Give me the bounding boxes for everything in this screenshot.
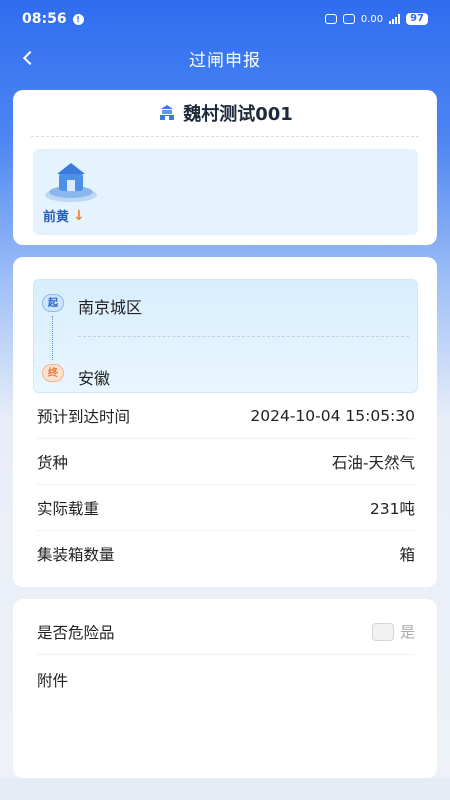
station-name: 魏村测试001: [183, 104, 293, 125]
bottom-strip: [0, 778, 450, 800]
gate-selector[interactable]: 前黄 ↓: [33, 149, 418, 235]
gate-name: 前黄: [43, 210, 70, 225]
detail-row-arrival: 预计到达时间 2024-10-04 15:05:30: [37, 393, 415, 439]
attachment-label: 附件: [37, 672, 69, 690]
detail-value: 箱: [399, 546, 415, 564]
alarm-icon: [324, 14, 337, 24]
attachment-row[interactable]: 附件: [37, 657, 415, 703]
detail-row-cargo: 货种 石油-天然气: [37, 439, 415, 485]
detail-label: 集装箱数量: [37, 546, 115, 564]
route-start: 南京城区: [78, 298, 143, 317]
hazard-option-label: 是: [399, 623, 415, 641]
detail-label: 货种: [37, 453, 69, 472]
page-title: 过闸申报: [189, 50, 261, 71]
detail-value: 2024-10-04 15:05:30: [250, 406, 415, 425]
notification-icon: !: [72, 13, 84, 25]
battery-indicator: 97: [406, 13, 428, 25]
status-bar: 08:56 ! 0.00 97: [0, 0, 450, 38]
nav-bar: 过闸申报: [0, 38, 450, 78]
vibrate-icon: [342, 14, 355, 24]
station-card: 魏村测试001 前黄 ↓: [13, 90, 437, 245]
gate-label: 前黄 ↓: [43, 206, 85, 226]
route-end: 安徽: [78, 369, 111, 388]
start-pin-icon: 起: [42, 294, 64, 312]
detail-value: 石油-天然气: [331, 453, 415, 472]
arrow-down-icon: ↓: [73, 207, 85, 224]
signal-icon: [389, 14, 401, 24]
detail-value: 231吨: [369, 499, 415, 518]
status-right: 0.00 97: [324, 13, 428, 25]
station-icon: [160, 105, 175, 120]
route-divider: [78, 336, 409, 337]
hazard-option[interactable]: 是: [371, 621, 415, 642]
route-line: [52, 316, 53, 360]
net-speed: 0.00: [360, 13, 384, 25]
hazard-card: 是否危险品 是 附件: [13, 599, 437, 778]
hazard-label: 是否危险品: [37, 623, 115, 642]
status-time: 08:56: [22, 11, 67, 27]
detail-label: 实际载重: [37, 499, 100, 518]
hazard-checkbox[interactable]: [371, 622, 394, 641]
gate-icon: [45, 163, 97, 202]
detail-row-container: 集装箱数量 箱: [37, 531, 415, 577]
end-pin-icon: 终: [42, 364, 64, 382]
route-box: 起 南京城区 终 安徽: [33, 279, 418, 393]
details-card: 起 南京城区 终 安徽 预计到达时间 2024-10-04 15:05:30 货…: [13, 257, 437, 587]
station-title-row: 魏村测试001: [31, 90, 419, 137]
back-icon[interactable]: [18, 46, 42, 70]
detail-label: 预计到达时间: [37, 407, 131, 426]
detail-row-weight: 实际载重 231吨: [37, 485, 415, 531]
hazard-row: 是否危险品 是: [37, 609, 415, 655]
